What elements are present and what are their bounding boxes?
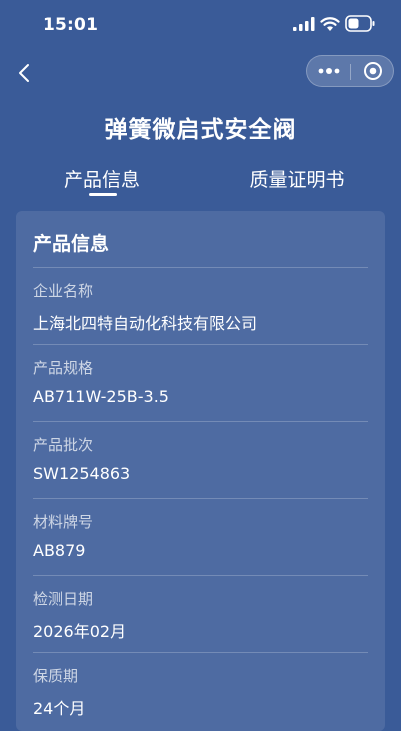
page-title: 弹簧微启式安全阀 [104, 117, 297, 143]
back-button[interactable] [10, 58, 38, 88]
status-bar: 15:01 [0, 0, 401, 52]
miniprogram-capsule [306, 55, 394, 87]
field-product-spec: 产品规格 AB711W-25B-3.5 [33, 345, 368, 422]
field-inspection-date: 检测日期 2026年02月 [33, 576, 368, 653]
field-value: AB879 [33, 541, 86, 560]
tab-quality-certificate[interactable]: 质量证明书 [236, 160, 358, 196]
field-value: 24个月 [33, 699, 86, 718]
field-label: 产品批次 [33, 436, 94, 454]
field-label: 产品规格 [33, 359, 94, 377]
field-label: 企业名称 [33, 282, 94, 300]
wifi-icon [320, 17, 340, 31]
field-label: 检测日期 [33, 590, 94, 608]
product-info-card: 产品信息 企业名称 上海北四特自动化科技有限公司 产品规格 AB711W-25B… [16, 211, 385, 731]
active-tab-indicator [89, 193, 117, 196]
field-value: AB711W-25B-3.5 [33, 387, 169, 406]
field-value: 上海北四特自动化科技有限公司 [33, 314, 258, 333]
tab-product-info[interactable]: 产品信息 [52, 160, 152, 196]
field-value: SW1254863 [33, 464, 131, 483]
field-value: 2026年02月 [33, 622, 127, 641]
battery-icon [345, 15, 375, 32]
status-time: 15:01 [43, 15, 99, 35]
field-label: 保质期 [33, 667, 79, 685]
more-button[interactable] [307, 56, 350, 86]
field-shelf-life: 保质期 24个月 [33, 653, 368, 730]
more-dots-icon [318, 68, 339, 74]
signal-icon [293, 17, 315, 31]
tab-bar: 产品信息 质量证明书 [0, 160, 401, 200]
nav-bar [0, 52, 401, 96]
field-company-name: 企业名称 上海北四特自动化科技有限公司 [33, 268, 368, 345]
card-title: 产品信息 [33, 233, 110, 255]
field-product-batch: 产品批次 SW1254863 [33, 422, 368, 499]
field-material-grade: 材料牌号 AB879 [33, 499, 368, 576]
target-close-icon [363, 62, 382, 80]
field-label: 材料牌号 [33, 513, 94, 531]
close-button[interactable] [351, 56, 394, 86]
chevron-left-icon [19, 64, 29, 82]
